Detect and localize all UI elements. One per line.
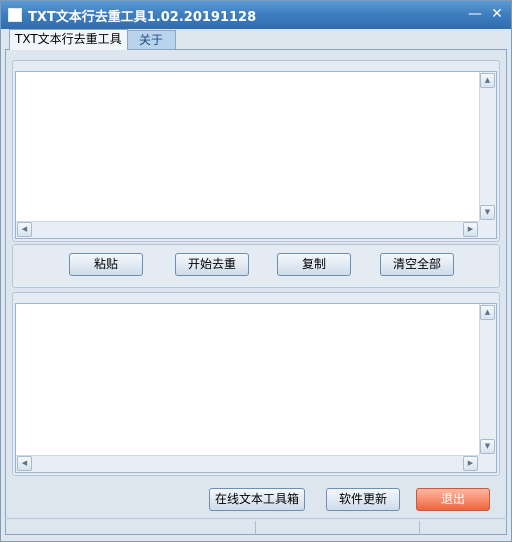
tab-strip: TXT文本行去重工具 关于 <box>5 29 507 50</box>
output-vertical-scrollbar[interactable]: ▲ ▼ <box>479 304 496 455</box>
tab-panel: ▲ ▼ ◀ ▶ 粘贴 开始去重 复制 清空全部 ▲ ▼ ◀ ▶ 在线文本工具箱 … <box>5 49 507 535</box>
output-text-area[interactable]: ▲ ▼ ◀ ▶ <box>15 303 497 473</box>
output-group: ▲ ▼ ◀ ▶ <box>12 292 500 476</box>
status-divider <box>255 521 256 535</box>
input-group: ▲ ▼ ◀ ▶ <box>12 60 500 242</box>
tab-dedupe-tool[interactable]: TXT文本行去重工具 <box>9 29 128 50</box>
actions-group: 粘贴 开始去重 复制 清空全部 <box>12 244 500 288</box>
minimize-button[interactable]: — <box>467 6 483 22</box>
app-window: TXT文本行去重工具1.02.20191128 — ✕ TXT文本行去重工具 关… <box>0 0 512 542</box>
scroll-right-icon[interactable]: ▶ <box>463 456 478 471</box>
scroll-right-icon[interactable]: ▶ <box>463 222 478 237</box>
online-toolbox-button[interactable]: 在线文本工具箱 <box>209 488 305 511</box>
copy-button[interactable]: 复制 <box>277 253 351 276</box>
window-title: TXT文本行去重工具1.02.20191128 <box>28 10 257 25</box>
input-horizontal-scrollbar[interactable]: ◀ ▶ <box>16 221 479 238</box>
scroll-left-icon[interactable]: ◀ <box>17 222 32 237</box>
output-horizontal-scrollbar[interactable]: ◀ ▶ <box>16 455 479 472</box>
input-text-content <box>20 75 476 218</box>
scroll-up-icon[interactable]: ▲ <box>480 305 495 320</box>
status-bar <box>5 518 507 536</box>
clear-all-button[interactable]: 清空全部 <box>380 253 454 276</box>
title-bar[interactable]: TXT文本行去重工具1.02.20191128 — ✕ <box>1 1 511 29</box>
input-vertical-scrollbar[interactable]: ▲ ▼ <box>479 72 496 221</box>
app-icon <box>8 8 22 22</box>
software-update-button[interactable]: 软件更新 <box>326 488 400 511</box>
close-button[interactable]: ✕ <box>489 6 505 22</box>
status-divider <box>419 521 420 535</box>
scroll-left-icon[interactable]: ◀ <box>17 456 32 471</box>
scroll-corner <box>479 221 496 238</box>
scroll-down-icon[interactable]: ▼ <box>480 205 495 220</box>
tab-about[interactable]: 关于 <box>126 30 177 50</box>
start-dedupe-button[interactable]: 开始去重 <box>175 253 249 276</box>
output-text-content <box>20 307 476 452</box>
scroll-up-icon[interactable]: ▲ <box>480 73 495 88</box>
scroll-down-icon[interactable]: ▼ <box>480 439 495 454</box>
exit-button[interactable]: 退出 <box>416 488 490 511</box>
scroll-corner <box>479 455 496 472</box>
paste-button[interactable]: 粘贴 <box>69 253 143 276</box>
input-text-area[interactable]: ▲ ▼ ◀ ▶ <box>15 71 497 239</box>
